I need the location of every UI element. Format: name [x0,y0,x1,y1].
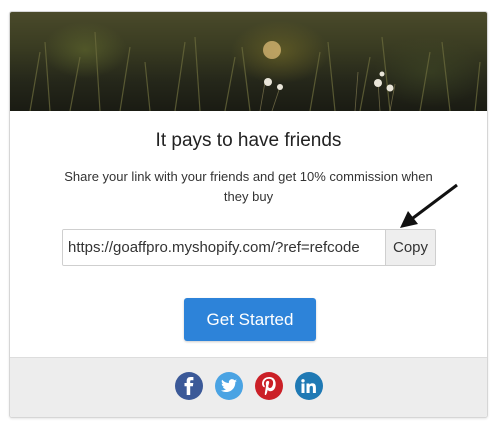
social-share-bar [10,372,487,400]
copy-button[interactable]: Copy [385,230,435,265]
headline: It pays to have friends [155,130,342,151]
pinterest-share-button[interactable] [254,372,283,400]
linkedin-share-button[interactable] [294,372,323,400]
linkedin-icon [301,379,316,393]
referral-link-group: Copy [62,229,436,266]
referral-card: It pays to have friends Share your link … [9,11,488,418]
subtext: Share your link with your friends and ge… [64,169,433,204]
pinterest-icon [261,377,276,395]
twitter-share-button[interactable] [214,372,243,400]
get-started-button[interactable]: Get Started [184,298,316,341]
twitter-icon [220,379,237,392]
facebook-icon [184,377,193,395]
referral-link-input[interactable] [63,230,385,265]
hero-image [10,12,487,111]
share-footer [10,357,487,417]
facebook-share-button[interactable] [174,372,203,400]
meadow-photo [29,31,481,111]
arrow-annotation [400,183,458,228]
